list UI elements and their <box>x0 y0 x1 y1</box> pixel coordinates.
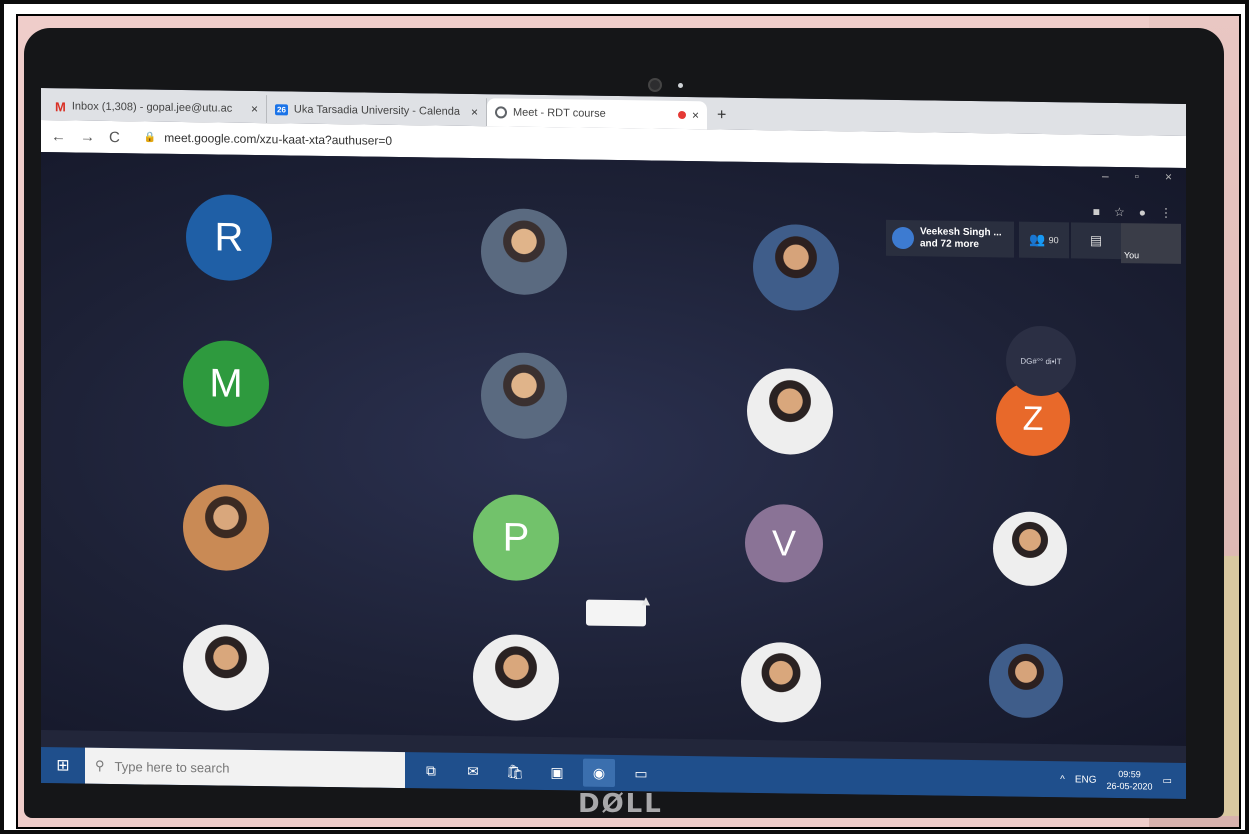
participant-tile[interactable] <box>989 643 1063 719</box>
chrome-icon[interactable]: ◉ <box>583 758 615 788</box>
url-field[interactable]: 🔒 meet.google.com/xzu-kaat-xta?authuser=… <box>143 130 393 148</box>
participants-line2: and 72 more <box>920 238 979 251</box>
participant-tile[interactable] <box>481 352 567 440</box>
tab-calendar[interactable]: 26 Uka Tarsadia University - Calenda × <box>267 95 487 127</box>
participant-tile[interactable]: P <box>473 494 559 582</box>
recording-icon <box>677 110 686 120</box>
close-window-icon[interactable]: × <box>1165 170 1172 184</box>
windows-start-icon[interactable]: ⊞ <box>41 747 85 784</box>
language-indicator[interactable]: ENG <box>1075 774 1097 785</box>
participant-initial: P <box>502 514 530 560</box>
close-tab-icon[interactable]: × <box>251 102 258 116</box>
mail-icon[interactable]: ✉ <box>457 757 489 785</box>
gmail-icon: M <box>55 98 66 114</box>
forward-icon[interactable]: → <box>80 128 95 145</box>
tab-gmail[interactable]: M Inbox (1,308) - gopal.jee@utu.ac × <box>47 92 267 124</box>
browser-extension-icons: ■ ☆ ● ⋮ <box>1093 205 1172 220</box>
profile-avatar-icon[interactable]: ● <box>1139 205 1146 219</box>
chevron-up-icon[interactable]: ^ <box>1060 774 1065 785</box>
file-explorer-icon[interactable]: ▣ <box>541 758 573 786</box>
participant-tile[interactable] <box>481 208 567 296</box>
participant-initial: R <box>214 214 244 260</box>
reload-icon[interactable]: C <box>109 128 120 145</box>
window-controls: – ▫ × <box>1102 169 1172 184</box>
time: 09:59 <box>1118 769 1141 780</box>
participant-initial: V <box>771 522 796 564</box>
people-icon: 👥 <box>1029 231 1046 248</box>
taskbar-search[interactable]: ⚲ Type here to search <box>85 747 405 789</box>
webcam <box>648 78 662 92</box>
participant-tile[interactable] <box>747 367 833 456</box>
close-tab-icon[interactable]: × <box>471 105 478 119</box>
dell-logo: DØLL <box>578 789 663 819</box>
more-menu-icon[interactable]: ⋮ <box>1160 206 1172 220</box>
webcam-indicator <box>678 83 683 88</box>
tab-title: Inbox (1,308) - gopal.jee@utu.ac <box>71 100 233 115</box>
participants-line1: Veekesh Singh ... <box>920 226 1002 239</box>
tab-meet[interactable]: Meet - RDT course × <box>487 98 707 130</box>
back-icon[interactable]: ← <box>51 128 66 145</box>
bookmark-star-icon[interactable]: ☆ <box>1114 205 1125 219</box>
new-tab-button[interactable]: + <box>707 106 736 129</box>
participant-tile[interactable]: V <box>745 503 823 583</box>
participant-initial: Z <box>1022 399 1044 438</box>
participant-tile[interactable] <box>741 641 821 723</box>
notification-icon[interactable]: ▭ <box>1163 775 1172 786</box>
meet-grid: R M Z P V ▲ DG#°° di•IT <box>41 152 1186 746</box>
system-tray: ^ ENG 09:59 26-05-2020 ▭ <box>1060 767 1186 793</box>
search-placeholder: Type here to search <box>114 758 230 776</box>
people-count: 90 <box>1048 235 1059 246</box>
store-icon[interactable]: 🛍 <box>499 757 531 785</box>
date: 26-05-2020 <box>1106 780 1153 792</box>
photo-frame: M Inbox (1,308) - gopal.jee@utu.ac × 26 … <box>0 0 1249 834</box>
presenting-label: DG#°° di•IT <box>1020 356 1062 366</box>
task-view-icon[interactable]: ⧉ <box>415 756 447 784</box>
avatar <box>892 226 914 250</box>
presenting-tile[interactable]: DG#°° di•IT <box>1006 325 1076 397</box>
participant-tile[interactable] <box>753 223 839 312</box>
mouse-cursor-icon: ▲ <box>639 592 653 609</box>
maximize-icon[interactable]: ▫ <box>1135 169 1139 183</box>
chat-button[interactable]: ▤ <box>1071 222 1121 260</box>
participants-summary[interactable]: Veekesh Singh ... and 72 more <box>886 219 1014 258</box>
meet-icon <box>495 106 507 119</box>
lock-icon: 🔒 <box>143 131 157 144</box>
clock[interactable]: 09:59 26-05-2020 <box>1107 768 1153 793</box>
participant-tile[interactable] <box>183 483 269 572</box>
laptop-screen: M Inbox (1,308) - gopal.jee@utu.ac × 26 … <box>41 88 1186 799</box>
participant-tile[interactable] <box>183 623 269 712</box>
people-button[interactable]: 👥 90 <box>1019 221 1069 259</box>
self-label: You <box>1124 250 1140 261</box>
photo-scene: M Inbox (1,308) - gopal.jee@utu.ac × 26 … <box>16 14 1241 829</box>
taskbar-apps: ⧉ ✉ 🛍 ▣ ◉ ▭ <box>415 756 657 788</box>
participant-tile[interactable] <box>993 511 1067 587</box>
participant-tile[interactable] <box>473 634 559 722</box>
url-text: meet.google.com/xzu-kaat-xta?authuser=0 <box>164 130 393 148</box>
presentation-thumbnail <box>586 599 646 627</box>
self-view-tile[interactable]: You <box>1121 223 1181 264</box>
participant-tile[interactable]: R <box>186 194 272 282</box>
calendar-icon: 26 <box>275 103 288 115</box>
search-icon: ⚲ <box>95 757 105 773</box>
notes-icon[interactable]: ▭ <box>625 759 657 787</box>
participant-tile[interactable]: M <box>183 339 269 428</box>
minimize-icon[interactable]: – <box>1102 169 1109 183</box>
participant-initial: M <box>209 360 243 406</box>
tab-title: Meet - RDT course <box>513 106 606 120</box>
camera-extension-icon[interactable]: ■ <box>1093 205 1100 219</box>
close-tab-icon[interactable]: × <box>692 108 699 122</box>
chat-icon: ▤ <box>1089 232 1103 248</box>
tab-title: Uka Tarsadia University - Calenda <box>293 103 460 118</box>
